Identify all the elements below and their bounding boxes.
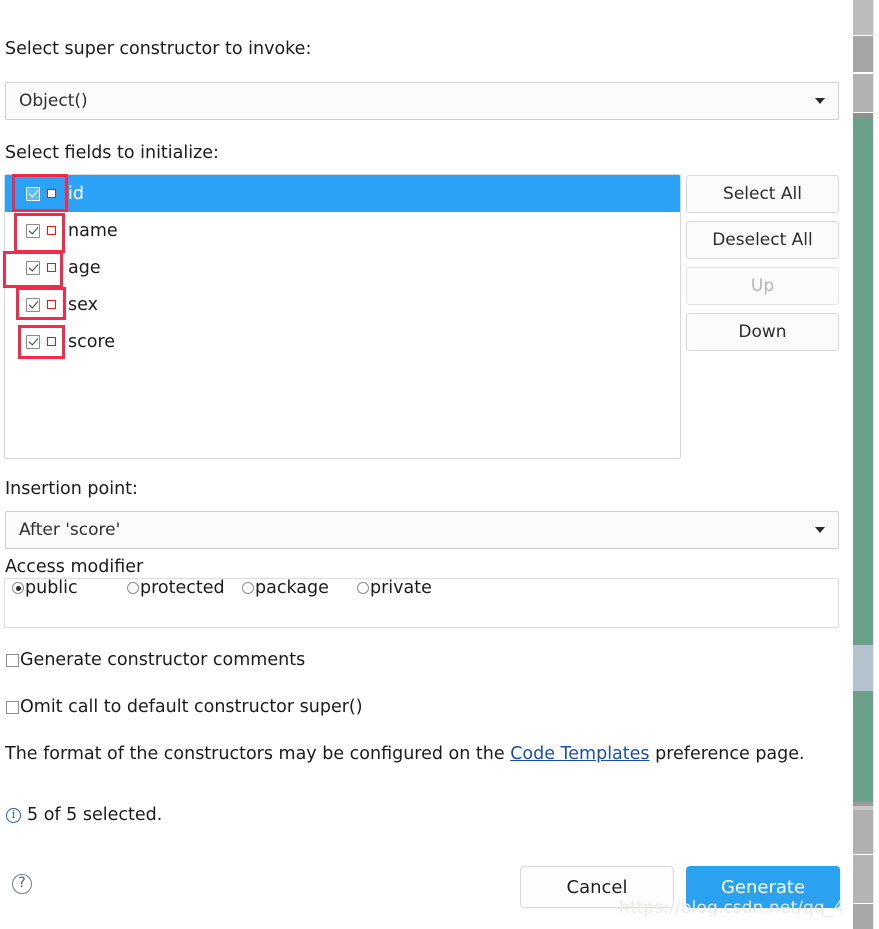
format-note: The format of the constructors may be co…	[5, 744, 805, 764]
selection-status-text: 5 of 5 selected.	[27, 805, 163, 825]
generate-label: Generate	[720, 876, 806, 898]
code-templates-link[interactable]: Code Templates	[510, 744, 649, 764]
field-name: age	[68, 257, 101, 278]
field-checkbox[interactable]	[26, 334, 40, 349]
field-row[interactable]: sex	[5, 286, 680, 323]
field-row[interactable]: id	[5, 175, 680, 212]
generate-comments-label: Generate constructor comments	[20, 650, 306, 670]
fields-list[interactable]: id name age sex score	[4, 174, 681, 459]
access-modifier-label: package	[255, 578, 329, 598]
select-all-label: Select All	[723, 184, 802, 204]
help-icon[interactable]: ?	[12, 874, 32, 894]
chevron-down-icon	[815, 98, 825, 104]
field-name: id	[68, 183, 84, 204]
field-name: sex	[68, 294, 98, 315]
field-row[interactable]: score	[5, 323, 680, 360]
super-constructor-dropdown[interactable]: Object()	[5, 82, 839, 120]
access-modifier-public[interactable]: public	[12, 578, 78, 598]
move-up-button: Up	[686, 267, 839, 305]
private-field-icon	[47, 263, 56, 272]
deselect-all-label: Deselect All	[712, 230, 813, 250]
field-name: name	[68, 220, 118, 241]
access-modifier-package[interactable]: package	[242, 578, 329, 598]
cancel-label: Cancel	[566, 876, 628, 898]
move-down-button[interactable]: Down	[686, 313, 839, 351]
access-modifier-label: protected	[140, 578, 225, 598]
insertion-point-label: Insertion point:	[5, 479, 138, 499]
info-icon: i	[6, 807, 21, 823]
generate-comments-checkbox-row[interactable]: Generate constructor comments	[6, 650, 305, 670]
radio-button[interactable]	[357, 582, 369, 594]
window-edge	[873, 0, 879, 929]
watermark: https://blog.csdn.net/qq_46456049	[619, 898, 879, 918]
radio-button[interactable]	[12, 582, 24, 594]
field-checkbox[interactable]	[26, 297, 40, 312]
access-modifier-protected[interactable]: protected	[127, 578, 225, 598]
field-row[interactable]: name	[5, 212, 680, 249]
omit-super-call-checkbox[interactable]	[6, 700, 19, 714]
access-modifier-legend: Access modifier	[4, 556, 147, 578]
access-modifier-label: public	[25, 578, 78, 598]
fields-label: Select fields to initialize:	[5, 143, 219, 163]
field-checkbox[interactable]	[26, 260, 40, 275]
generate-comments-checkbox[interactable]	[6, 653, 19, 667]
private-field-icon	[47, 337, 56, 346]
omit-super-call-checkbox-row[interactable]: Omit call to default constructor super()	[6, 697, 363, 717]
selection-status: i 5 of 5 selected.	[6, 805, 162, 825]
super-constructor-label: Select super constructor to invoke:	[5, 39, 312, 59]
super-constructor-value: Object()	[19, 91, 88, 111]
radio-button[interactable]	[242, 582, 254, 594]
access-modifier-label: private	[370, 578, 432, 598]
move-down-label: Down	[738, 322, 787, 342]
private-field-icon	[47, 226, 56, 235]
field-checkbox[interactable]	[26, 186, 40, 201]
access-modifier-private[interactable]: private	[357, 578, 432, 598]
select-all-button[interactable]: Select All	[686, 175, 839, 213]
field-row[interactable]: age	[5, 249, 680, 286]
insertion-point-value: After 'score'	[19, 520, 121, 540]
deselect-all-button[interactable]: Deselect All	[686, 221, 839, 259]
private-field-icon	[47, 300, 56, 309]
field-name: score	[68, 331, 116, 352]
insertion-point-dropdown[interactable]: After 'score'	[5, 511, 839, 549]
chevron-down-icon	[815, 527, 825, 533]
field-checkbox[interactable]	[26, 223, 40, 238]
private-field-icon	[47, 189, 56, 198]
radio-button[interactable]	[127, 582, 139, 594]
format-note-prefix: The format of the constructors may be co…	[5, 744, 511, 764]
format-note-suffix: preference page.	[649, 744, 805, 764]
omit-super-call-label: Omit call to default constructor super()	[20, 697, 363, 717]
move-up-label: Up	[750, 276, 775, 296]
generate-constructor-dialog: Select super constructor to invoke: Obje…	[0, 0, 879, 929]
